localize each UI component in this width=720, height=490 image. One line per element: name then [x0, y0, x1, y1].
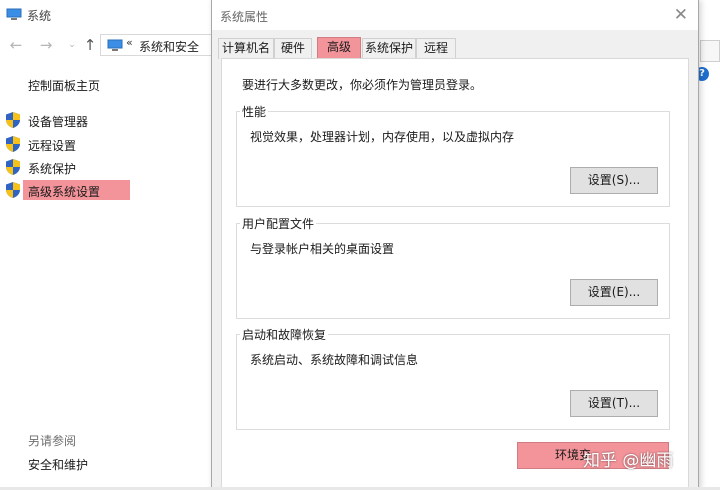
sidebar-item-advanced-settings[interactable]: 高级系统设置	[5, 180, 130, 200]
sidebar-item-remote-settings[interactable]: 远程设置	[5, 134, 130, 154]
search-box-edge[interactable]	[700, 40, 720, 62]
tab-system-protection[interactable]: 系统保护	[362, 38, 416, 59]
control-panel-icon	[107, 39, 123, 51]
sidebar-item-label: 设备管理器	[28, 115, 89, 129]
uac-shield-icon	[6, 136, 20, 152]
control-panel-home-link[interactable]: 控制面板主页	[28, 77, 100, 94]
computer-icon	[6, 8, 22, 20]
sidebar-item-system-protection[interactable]: 系统保护	[5, 157, 130, 177]
startup-recovery-settings-button[interactable]: 设置(T)...	[570, 390, 658, 417]
uac-shield-icon	[6, 112, 20, 128]
group-title: 性能	[240, 103, 269, 120]
address-path[interactable]: 系统和安全	[139, 38, 199, 55]
group-title: 启动和故障恢复	[240, 326, 329, 343]
tab-computer-name[interactable]: 计算机名	[218, 38, 274, 59]
system-window-title: 系统	[27, 9, 52, 23]
user-profiles-group: 用户配置文件 与登录帐户相关的桌面设置 设置(E)...	[236, 215, 670, 319]
sidebar-item-label: 系统保护	[28, 162, 77, 176]
address-overflow-chevron[interactable]: «	[126, 36, 133, 49]
sidebar-item-device-manager[interactable]: 设备管理器	[5, 110, 130, 130]
back-arrow-icon[interactable]: ←	[6, 35, 26, 55]
user-profiles-settings-button[interactable]: 设置(E)...	[570, 279, 658, 306]
recent-chevron-icon[interactable]: ⌄	[62, 35, 82, 55]
performance-group: 性能 视觉效果，处理器计划，内存使用，以及虚拟内存 设置(S)...	[236, 103, 670, 207]
sidebar-item-label: 高级系统设置	[28, 185, 101, 199]
system-properties-dialog: 系统属性 ✕ 计算机名 硬件 高级 系统保护 远程 要进行大多数更改，你必须作为…	[211, 0, 699, 490]
group-description: 视觉效果，处理器计划，内存使用，以及虚拟内存	[250, 130, 515, 144]
sidebar-item-label: 远程设置	[28, 139, 77, 153]
close-icon[interactable]: ✕	[674, 5, 688, 25]
uac-shield-icon	[6, 182, 20, 198]
tab-advanced[interactable]: 高级	[317, 37, 361, 59]
advanced-tab-panel: 要进行大多数更改，你必须作为管理员登录。 性能 视觉效果，处理器计划，内存使用，…	[221, 58, 689, 490]
watermark: 知乎 @幽雨	[583, 451, 674, 471]
admin-note: 要进行大多数更改，你必须作为管理员登录。	[242, 78, 483, 92]
uac-shield-icon	[6, 159, 20, 175]
see-also-heading: 另请参阅	[28, 434, 77, 448]
startup-recovery-group: 启动和故障恢复 系统启动、系统故障和调试信息 设置(T)...	[236, 326, 670, 430]
forward-arrow-icon[interactable]: →	[36, 35, 56, 55]
dialog-titlebar[interactable]: 系统属性 ✕	[212, 0, 698, 30]
security-maintenance-link[interactable]: 安全和维护	[28, 456, 88, 473]
group-title: 用户配置文件	[240, 215, 317, 232]
group-description: 系统启动、系统故障和调试信息	[250, 353, 419, 367]
group-description: 与登录帐户相关的桌面设置	[250, 242, 395, 256]
tab-hardware[interactable]: 硬件	[274, 38, 312, 59]
tab-remote[interactable]: 远程	[416, 38, 456, 59]
performance-settings-button[interactable]: 设置(S)...	[570, 167, 658, 194]
dialog-title: 系统属性	[220, 10, 269, 24]
up-arrow-icon[interactable]: ↑	[80, 35, 100, 55]
